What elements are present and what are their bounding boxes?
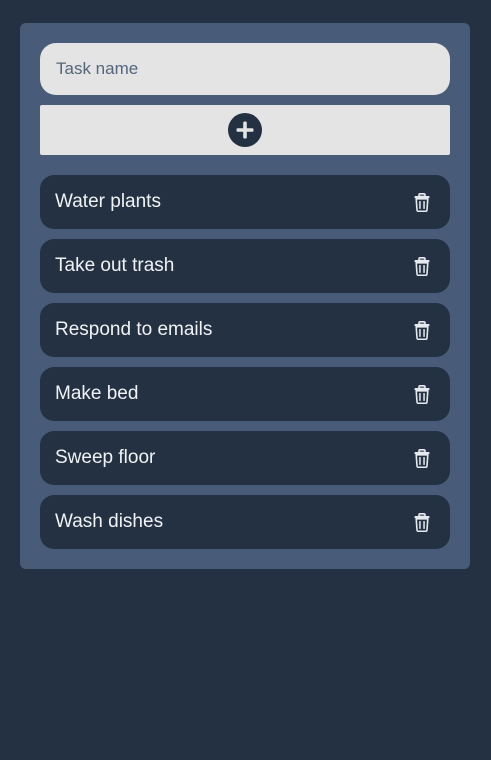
delete-task-button[interactable] bbox=[410, 254, 434, 278]
task-label: Sweep floor bbox=[55, 447, 156, 468]
add-task-button[interactable] bbox=[40, 105, 450, 155]
todo-card: Water plants Take out trash bbox=[20, 23, 470, 569]
task-label: Make bed bbox=[55, 383, 139, 404]
trash-icon bbox=[414, 320, 430, 340]
trash-icon bbox=[414, 512, 430, 532]
trash-icon bbox=[414, 384, 430, 404]
task-item: Wash dishes bbox=[40, 495, 450, 549]
trash-icon bbox=[414, 256, 430, 276]
task-item: Respond to emails bbox=[40, 303, 450, 357]
task-list: Water plants Take out trash Respond to e… bbox=[40, 175, 450, 549]
delete-task-button[interactable] bbox=[410, 318, 434, 342]
delete-task-button[interactable] bbox=[410, 510, 434, 534]
delete-task-button[interactable] bbox=[410, 446, 434, 470]
task-item: Take out trash bbox=[40, 239, 450, 293]
task-label: Water plants bbox=[55, 191, 161, 212]
delete-task-button[interactable] bbox=[410, 190, 434, 214]
task-name-input[interactable] bbox=[40, 43, 450, 95]
task-item: Make bed bbox=[40, 367, 450, 421]
task-label: Wash dishes bbox=[55, 511, 164, 532]
task-label: Respond to emails bbox=[55, 319, 213, 340]
trash-icon bbox=[414, 192, 430, 212]
task-item: Water plants bbox=[40, 175, 450, 229]
plus-circle-icon bbox=[228, 113, 262, 147]
delete-task-button[interactable] bbox=[410, 382, 434, 406]
task-item: Sweep floor bbox=[40, 431, 450, 485]
task-label: Take out trash bbox=[55, 255, 175, 276]
trash-icon bbox=[414, 448, 430, 468]
